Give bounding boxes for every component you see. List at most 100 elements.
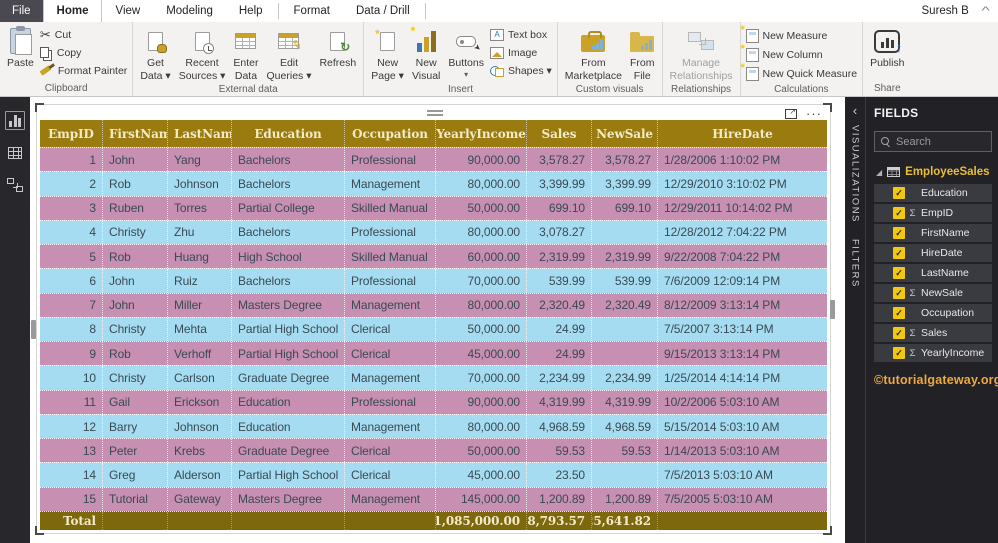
new-page-button[interactable]: * NewPage ▾ — [367, 24, 408, 84]
buttons-button[interactable]: Buttons▾ — [444, 24, 488, 81]
field-checkbox[interactable]: ✓ — [893, 227, 905, 239]
table-cell: 1,085,000.00 — [436, 512, 527, 530]
resize-handle-right[interactable] — [830, 300, 835, 319]
field-checkbox[interactable]: ✓ — [893, 287, 905, 299]
collapse-ribbon-icon[interactable]: ^ — [981, 5, 989, 17]
field-checkbox[interactable]: ✓ — [893, 207, 905, 219]
column-header-education[interactable]: Education — [232, 120, 345, 147]
column-header-hiredate[interactable]: HireDate — [658, 120, 827, 147]
column-header-empid[interactable]: EmpID — [40, 120, 103, 147]
field-checkbox[interactable]: ✓ — [893, 247, 905, 259]
field-checkbox[interactable]: ✓ — [893, 327, 905, 339]
format-painter-button[interactable]: Format Painter — [40, 62, 127, 79]
data-view-button[interactable] — [5, 143, 25, 162]
field-item-occupation[interactable]: ✓Occupation — [874, 304, 992, 322]
text-box-button[interactable]: AText box — [490, 26, 552, 43]
paste-button[interactable]: Paste — [3, 24, 38, 72]
field-item-education[interactable]: ✓Education — [874, 184, 992, 202]
tab-home[interactable]: Home — [43, 0, 103, 22]
new-quick-measure-button[interactable]: *New Quick Measure — [746, 65, 858, 82]
edit-queries-button[interactable]: ✎ EditQueries ▾ — [263, 24, 316, 84]
column-header-firstname[interactable]: FirstName — [103, 120, 168, 147]
table-cell: 23.50 — [527, 463, 592, 486]
resize-handle-left[interactable] — [31, 320, 36, 339]
get-data-icon — [148, 32, 163, 51]
expand-pane-icon[interactable]: ‹ — [853, 103, 857, 125]
search-input[interactable] — [896, 136, 985, 148]
table-node-employeesales[interactable]: ◢ EmployeeSales — [874, 166, 992, 178]
manage-relationships-button[interactable]: ManageRelationships — [666, 24, 737, 84]
field-item-yearlyincome[interactable]: ✓ΣYearlyIncome — [874, 344, 992, 362]
tab-format[interactable]: Format — [281, 0, 343, 22]
field-item-newsale[interactable]: ✓ΣNewSale — [874, 284, 992, 302]
table-cell — [592, 463, 658, 486]
table-row: 2RobJohnsonBachelorsManagement80,000.003… — [40, 171, 827, 195]
publish-button[interactable]: ↑ Publish — [866, 24, 908, 72]
from-marketplace-button[interactable]: FromMarketplace — [561, 24, 626, 84]
field-item-firstname[interactable]: ✓FirstName — [874, 224, 992, 242]
tab-data-drill[interactable]: Data / Drill — [343, 0, 423, 22]
model-view-button[interactable] — [5, 175, 25, 194]
table-total-row: Total1,085,000.0028,793.5725,641.82 — [40, 511, 827, 530]
powerbi-window: File HomeViewModelingHelpFormatData / Dr… — [0, 0, 998, 543]
table-cell: 59.53 — [592, 439, 658, 462]
tab-file[interactable]: File — [0, 0, 43, 22]
column-header-sales[interactable]: Sales — [527, 120, 592, 147]
ribbon: Paste ✂Cut Copy Format Painter Clipboard… — [0, 22, 998, 97]
report-canvas[interactable]: ··· EmpIDFirstNameLastNameEducationOccup… — [30, 97, 845, 543]
field-checkbox[interactable]: ✓ — [893, 347, 905, 359]
image-button[interactable]: Image — [490, 44, 552, 61]
field-item-sales[interactable]: ✓ΣSales — [874, 324, 992, 342]
table-cell: Zhu — [168, 221, 232, 244]
report-view-icon — [9, 115, 21, 127]
recent-sources-button[interactable]: RecentSources ▾ — [175, 24, 230, 84]
image-icon — [490, 47, 504, 59]
new-visual-button[interactable]: * NewVisual — [408, 24, 444, 84]
cut-button[interactable]: ✂Cut — [40, 26, 127, 43]
from-file-button[interactable]: FromFile — [626, 24, 659, 84]
column-header-yearlyincome[interactable]: YearlyIncome — [436, 120, 527, 147]
sigma-icon: Σ — [907, 328, 918, 339]
field-name-label: LastName — [918, 267, 969, 279]
table-cell: Johnson — [168, 172, 232, 195]
paste-icon — [10, 28, 31, 54]
new-measure-button[interactable]: *New Measure — [746, 27, 858, 44]
field-checkbox[interactable]: ✓ — [893, 307, 905, 319]
table-cell: 3,399.99 — [527, 172, 592, 195]
expand-collapse-icon[interactable]: ◢ — [876, 168, 882, 177]
table-row: 15TutorialGatewayMasters DegreeManagemen… — [40, 487, 827, 511]
fields-search[interactable] — [874, 131, 992, 152]
shapes-button[interactable]: Shapes ▾ — [490, 62, 552, 79]
column-header-newsale[interactable]: NewSale — [592, 120, 658, 147]
new-measure-icon: * — [746, 29, 759, 43]
table-cell — [168, 512, 232, 530]
field-item-empid[interactable]: ✓ΣEmpID — [874, 204, 992, 222]
column-header-occupation[interactable]: Occupation — [345, 120, 436, 147]
copy-button[interactable]: Copy — [40, 44, 127, 61]
drag-handle-icon[interactable] — [427, 108, 443, 118]
field-checkbox[interactable]: ✓ — [893, 187, 905, 199]
field-item-hiredate[interactable]: ✓HireDate — [874, 244, 992, 262]
table-cell: Partial High School — [232, 342, 345, 365]
table-cell: 70,000.00 — [436, 366, 527, 389]
focus-mode-icon[interactable] — [785, 109, 797, 119]
tab-view[interactable]: View — [102, 0, 153, 22]
filters-pane-tab[interactable]: FILTERS — [850, 239, 861, 288]
user-name[interactable]: Suresh B — [922, 5, 969, 17]
column-header-lastname[interactable]: LastName — [168, 120, 232, 147]
table-cell: 3,078.27 — [527, 221, 592, 244]
table-cell: 50,000.00 — [436, 197, 527, 220]
field-item-lastname[interactable]: ✓ LastName — [874, 264, 992, 282]
report-view-button[interactable] — [5, 111, 25, 130]
more-options-icon[interactable]: ··· — [806, 111, 822, 117]
table-cell: 5/15/2014 5:03:10 AM — [658, 415, 827, 438]
new-column-button[interactable]: *New Column — [746, 46, 858, 63]
refresh-button[interactable]: ↻ Refresh — [315, 24, 360, 72]
ribbon-tab-bar: File HomeViewModelingHelpFormatData / Dr… — [0, 0, 998, 22]
tab-help[interactable]: Help — [226, 0, 276, 22]
get-data-button[interactable]: GetData ▾ — [136, 24, 174, 84]
field-checkbox[interactable]: ✓ — [893, 267, 905, 279]
visualizations-pane-tab[interactable]: VISUALIZATIONS — [850, 125, 861, 223]
enter-data-button[interactable]: EnterData — [229, 24, 262, 84]
tab-modeling[interactable]: Modeling — [153, 0, 226, 22]
